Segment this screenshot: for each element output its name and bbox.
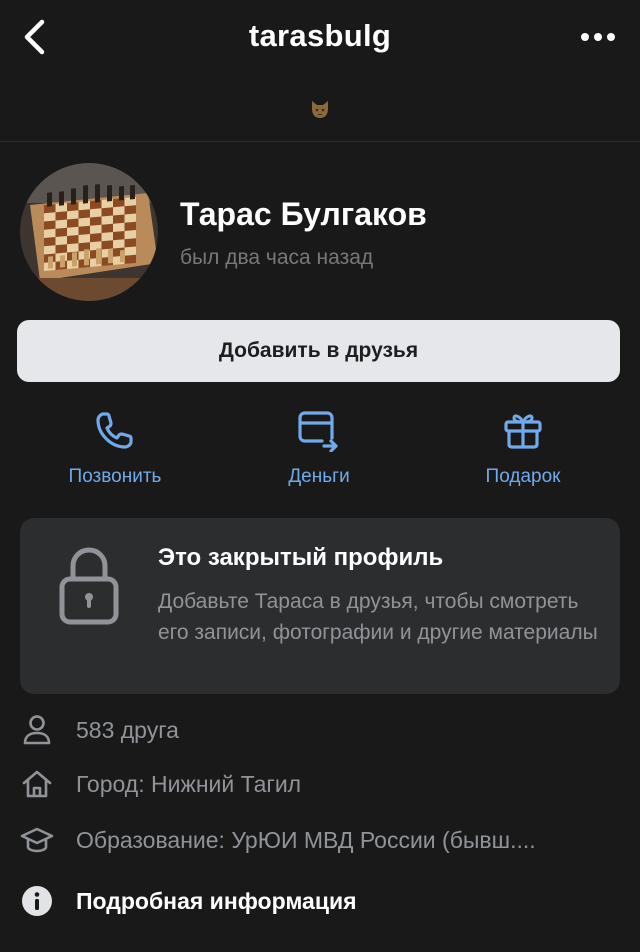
gift-icon bbox=[499, 406, 547, 454]
add-friend-button[interactable]: Добавить в друзья bbox=[17, 320, 620, 382]
city-text: Город: Нижний Тагил bbox=[76, 770, 302, 797]
money-action[interactable]: Деньги bbox=[234, 406, 404, 496]
city-row: Город: Нижний Тагил bbox=[0, 759, 640, 809]
lock-icon bbox=[59, 547, 119, 625]
call-action[interactable]: Позвонить bbox=[30, 406, 200, 496]
graduation-cap-icon bbox=[20, 823, 54, 857]
gift-action-label: Подарок bbox=[485, 466, 561, 487]
chessboard-photo bbox=[20, 163, 158, 301]
header-divider bbox=[0, 141, 640, 142]
more-horizontal-icon bbox=[581, 33, 615, 41]
money-transfer-icon bbox=[295, 406, 343, 454]
home-icon bbox=[20, 767, 54, 801]
friends-count: 583 друга bbox=[76, 716, 179, 743]
last-seen-status: был два часа назад bbox=[180, 246, 374, 269]
more-button[interactable] bbox=[576, 22, 620, 52]
info-icon bbox=[20, 884, 54, 918]
user-icon bbox=[20, 713, 54, 747]
friends-count-row[interactable]: 583 друга bbox=[0, 705, 640, 755]
details-link: Подробная информация bbox=[76, 887, 357, 914]
details-row[interactable]: Подробная информация bbox=[0, 876, 640, 926]
cat-face-emoji[interactable] bbox=[309, 100, 331, 120]
private-profile-text: Добавьте Тараса в друзья, чтобы смотреть… bbox=[158, 590, 598, 644]
private-profile-title: Это закрытый профиль bbox=[158, 544, 444, 571]
education-text: Образование: УрЮИ МВД России (бывш.... bbox=[76, 826, 536, 853]
gift-action[interactable]: Подарок bbox=[438, 406, 608, 496]
profile-name: Тарас Булгаков bbox=[180, 196, 427, 232]
phone-icon bbox=[91, 406, 139, 454]
page-title: tarasbulg bbox=[248, 18, 392, 53]
money-action-label: Деньги bbox=[288, 466, 350, 487]
education-row: Образование: УрЮИ МВД России (бывш.... bbox=[0, 815, 640, 865]
call-action-label: Позвонить bbox=[68, 466, 162, 487]
private-profile-card: Это закрытый профиль Добавьте Тараса в д… bbox=[20, 518, 620, 694]
top-bar: tarasbulg bbox=[0, 0, 640, 76]
avatar[interactable] bbox=[20, 163, 158, 301]
